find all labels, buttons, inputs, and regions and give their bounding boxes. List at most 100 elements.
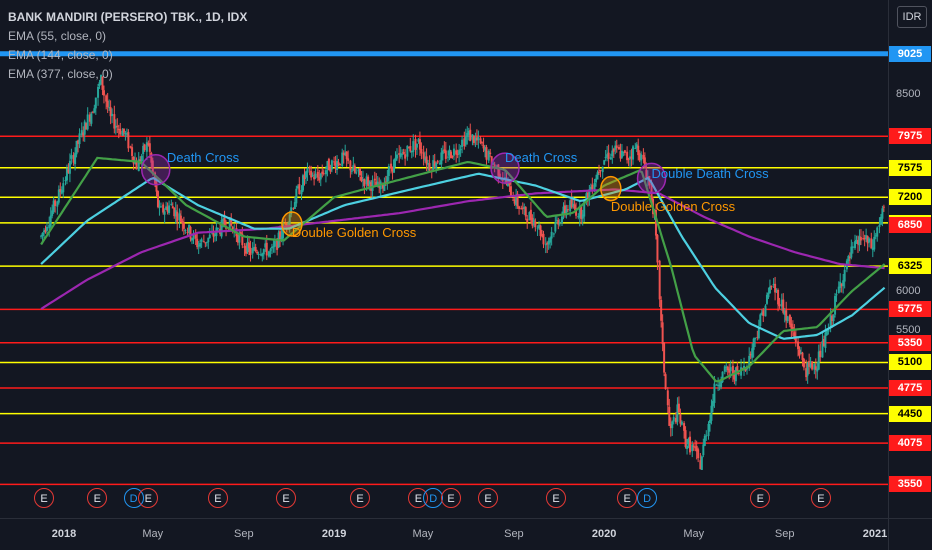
candle-body (477, 136, 480, 141)
earnings-marker[interactable]: E (441, 488, 461, 508)
ema-377-legend[interactable]: EMA (377, close, 0) (8, 65, 247, 84)
candle-body (402, 152, 405, 154)
candle-body (566, 209, 569, 211)
candle-body (68, 160, 71, 174)
candle-body (552, 233, 555, 235)
candle-body (74, 153, 77, 165)
candle-body (311, 174, 314, 176)
candle-body (851, 246, 854, 249)
candle-body (452, 148, 455, 156)
candle-body (393, 159, 396, 173)
candle-body (703, 435, 706, 446)
candle-body (91, 112, 94, 114)
candle-body (835, 294, 838, 296)
earnings-marker[interactable]: E (477, 488, 498, 508)
candle-body (859, 237, 862, 241)
candle-body (692, 445, 695, 448)
candle-body (542, 233, 545, 245)
candle-body (660, 299, 663, 321)
candle-body (489, 152, 492, 154)
candle-body (539, 225, 542, 237)
earnings-marker[interactable]: E (207, 488, 228, 508)
candle-body (90, 113, 93, 124)
candle-body (702, 444, 705, 456)
price-label-5100: 5100 (889, 354, 931, 371)
candle-body (524, 207, 527, 217)
dividend-marker[interactable]: D (637, 488, 658, 508)
currency-button[interactable]: IDR (897, 6, 927, 28)
candle-body (202, 241, 205, 243)
candle-body (549, 237, 552, 243)
annotation-text[interactable]: Death Cross (505, 150, 577, 165)
candle-body (345, 151, 348, 160)
candle-body (78, 133, 81, 145)
candle-body (168, 205, 171, 213)
candle-body (314, 173, 317, 179)
candle-body (797, 341, 800, 350)
candle-body (179, 215, 182, 222)
candle-body (216, 228, 219, 230)
x-tick-label: 2018 (51, 528, 77, 540)
annotation-text[interactable]: Death Cross (167, 150, 239, 165)
candle-body (387, 165, 390, 177)
candle-body (409, 146, 412, 152)
candle-body (597, 171, 600, 173)
earnings-marker[interactable]: E (349, 488, 370, 508)
candle-body (116, 125, 119, 127)
annotation-text[interactable]: Double Golden Cross (292, 225, 416, 240)
candle-body (607, 152, 610, 159)
earnings-marker[interactable]: E (617, 488, 638, 508)
candle-body (705, 435, 708, 437)
price-label-9025: 9025 (889, 45, 931, 62)
earnings-marker[interactable]: E (810, 488, 831, 508)
cross-marker-circle[interactable] (141, 153, 171, 186)
candle-body (664, 374, 667, 390)
x-tick-label: Sep (774, 528, 795, 540)
candle-body (415, 143, 418, 148)
candle-body (106, 100, 109, 108)
candle-body (615, 145, 618, 149)
candle-body (428, 163, 431, 171)
candle-body (617, 146, 620, 150)
earnings-marker[interactable]: E (546, 488, 567, 508)
candle-body (308, 167, 311, 169)
y-tick-label: 6000 (896, 284, 921, 297)
candle-body (94, 97, 97, 109)
candle-body (355, 172, 358, 174)
earnings-marker[interactable]: E (138, 488, 159, 508)
candle-body (316, 171, 319, 178)
annotation-text[interactable]: Double Death Cross (652, 166, 769, 181)
candle-body (754, 337, 757, 340)
candle-body (686, 445, 689, 450)
candle-body (102, 90, 105, 96)
candle-body (882, 206, 885, 208)
earnings-marker[interactable]: E (275, 488, 296, 508)
earnings-marker[interactable]: E (750, 488, 771, 508)
price-label-7200: 7200 (889, 189, 931, 206)
candle-body (847, 255, 850, 262)
candle-body (148, 143, 151, 152)
candle-body (691, 444, 694, 452)
candle-body (163, 211, 166, 215)
candle-body (603, 160, 606, 165)
candle-body (672, 417, 675, 422)
candle-body (122, 128, 125, 133)
candle-body (199, 243, 202, 247)
candle-body (440, 152, 443, 165)
cross-marker-circle[interactable] (600, 175, 622, 202)
ema-144-legend[interactable]: EMA (144, close, 0) (8, 46, 247, 65)
earnings-marker[interactable]: E (87, 488, 108, 508)
candle-body (182, 222, 185, 229)
candle-body (599, 170, 602, 172)
ema-55-legend[interactable]: EMA (55, close, 0) (8, 27, 247, 46)
candle-body (97, 86, 100, 98)
chart-legend: BANK MANDIRI (PERSERO) TBK., 1D, IDX EMA… (8, 8, 247, 84)
annotation-text[interactable]: Double Golden Cross (611, 199, 735, 214)
symbol-title[interactable]: BANK MANDIRI (PERSERO) TBK., 1D, IDX (8, 8, 247, 27)
candle-body (770, 285, 773, 288)
candle-body (558, 222, 561, 225)
earnings-marker[interactable]: E (34, 488, 55, 508)
candle-body (663, 342, 666, 373)
candle-body (350, 170, 353, 172)
candle-body (131, 147, 134, 156)
